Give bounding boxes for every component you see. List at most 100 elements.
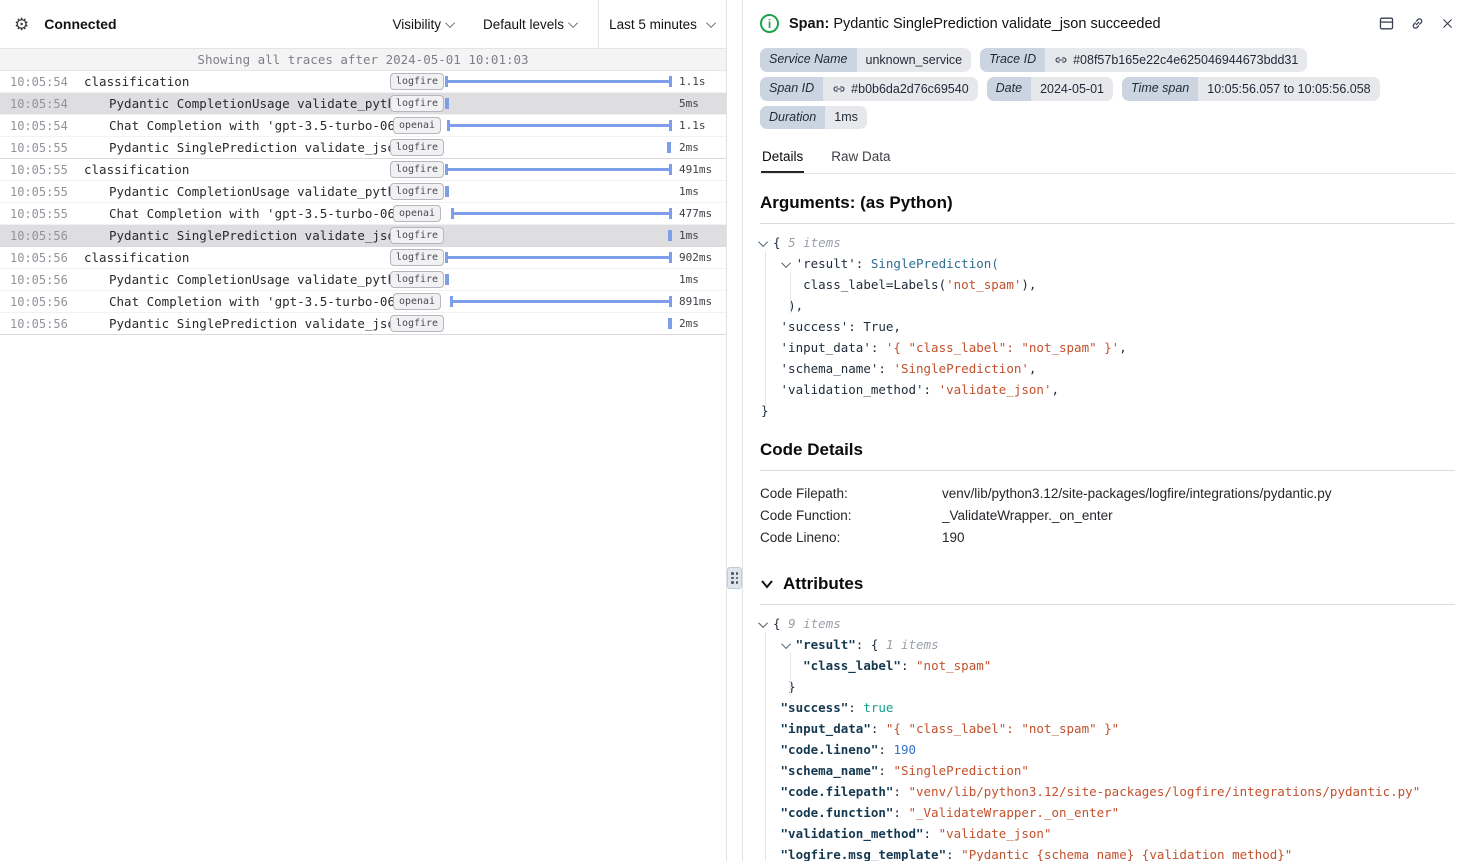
- code-token: :: [893, 805, 908, 820]
- code-line: "success": true: [761, 697, 1455, 718]
- default-levels-dropdown[interactable]: Default levels: [483, 17, 578, 32]
- settings-gear-icon[interactable]: ⚙: [14, 16, 29, 33]
- trace-row[interactable]: 10:05:56 classification logfire 902ms: [0, 247, 726, 269]
- badge-label: Duration: [760, 106, 825, 129]
- tab-raw-data[interactable]: Raw Data: [830, 144, 891, 173]
- info-level-icon: i: [760, 14, 779, 33]
- code-token: "class_label": [803, 658, 901, 673]
- trace-row-timeline: [445, 93, 672, 114]
- trace-row-timeline: [445, 247, 672, 268]
- code-line: ),: [761, 295, 1455, 316]
- close-icon[interactable]: [1440, 16, 1455, 31]
- divider: [760, 223, 1455, 224]
- trace-row[interactable]: 10:05:54 Chat Completion with 'gpt-3.5-t…: [0, 115, 726, 137]
- tag-chip: logfire: [390, 227, 444, 244]
- trace-row[interactable]: 10:05:55 Chat Completion with 'gpt-3.5-t…: [0, 203, 726, 225]
- code-token: 1 items: [886, 637, 939, 652]
- app: ⚙ Connected Visibility Default levels La…: [0, 0, 1472, 861]
- code-token: :: [878, 361, 893, 376]
- link-icon[interactable]: [832, 82, 846, 96]
- code-line: 'validation_method': 'validate_json',: [761, 379, 1455, 400]
- span-badge: Service Name unknown_service: [760, 48, 971, 72]
- trace-row-main: Chat Completion with 'gpt-3.5-turbo-0613…: [68, 117, 395, 135]
- tag-chip: logfire: [390, 161, 444, 178]
- trace-row[interactable]: 10:05:56 Pydantic CompletionUsage valida…: [0, 269, 726, 291]
- trace-row-timestamp: 10:05:56: [0, 229, 68, 243]
- trace-row[interactable]: 10:05:54 Pydantic CompletionUsage valida…: [0, 93, 726, 115]
- trace-row-main: classification: [68, 74, 395, 89]
- span-duration-bar: [445, 168, 672, 171]
- code-token: ,: [1029, 361, 1037, 376]
- code-detail-value: venv/lib/python3.12/site-packages/logfir…: [942, 483, 1455, 505]
- trace-row-tag: logfire: [395, 139, 439, 156]
- code-token: :: [856, 637, 871, 652]
- trace-row[interactable]: 10:05:56 Pydantic SinglePrediction valid…: [0, 313, 726, 335]
- copy-link-icon[interactable]: [1409, 15, 1426, 32]
- trace-row-duration: 902ms: [672, 251, 726, 264]
- trace-row[interactable]: 10:05:55 classification logfire 491ms: [0, 159, 726, 181]
- trace-row-timeline: [445, 181, 672, 202]
- tag-chip: logfire: [390, 73, 444, 90]
- splitter-drag-handle-icon[interactable]: [727, 567, 742, 589]
- code-token: {: [773, 616, 788, 631]
- span-duration-bar: [451, 212, 672, 215]
- badge-value: 10:05:56.057 to 10:05:56.058: [1198, 77, 1379, 101]
- tab-details[interactable]: Details: [761, 144, 804, 173]
- attributes-section-header[interactable]: Attributes: [760, 574, 1455, 594]
- code-token: true: [863, 700, 893, 715]
- trace-row-main: classification: [68, 162, 395, 177]
- trace-row-icon-slot: [97, 205, 101, 223]
- trace-row[interactable]: 10:05:55 Pydantic CompletionUsage valida…: [0, 181, 726, 203]
- code-detail-label: Code Filepath:: [760, 483, 942, 505]
- trace-row-tag: logfire: [395, 73, 439, 90]
- trace-row-timeline: [445, 115, 672, 136]
- tag-chip: openai: [393, 205, 441, 222]
- span-kind-label: Span:: [789, 16, 829, 32]
- span-duration-bar: [445, 186, 449, 197]
- panel-splitter[interactable]: [727, 0, 743, 861]
- trace-row-timestamp: 10:05:56: [0, 251, 68, 265]
- span-badge: Trace ID #08f57b165e22c4e625046944673bdd…: [980, 48, 1307, 72]
- code-details-table: Code Filepath: venv/lib/python3.12/site-…: [760, 483, 1455, 549]
- time-range-dropdown[interactable]: Last 5 minutes: [598, 0, 726, 48]
- dock-panel-icon[interactable]: [1378, 15, 1395, 32]
- link-icon[interactable]: [1054, 53, 1068, 67]
- traces-info-text: Showing all traces after 2024-05-01 10:0…: [197, 52, 528, 67]
- badge-value-text: 2024-05-01: [1040, 83, 1104, 96]
- trace-row-timeline: [445, 269, 672, 290]
- span-duration-bar: [445, 80, 672, 83]
- trace-row[interactable]: 10:05:54 classification logfire 1.1s: [0, 71, 726, 93]
- trace-row-duration: 491ms: [672, 163, 726, 176]
- code-token: :: [946, 847, 961, 861]
- indent-guide: [765, 251, 766, 410]
- code-token: :: [878, 742, 893, 757]
- code-token: "{ "class_label": "not_spam" }": [886, 721, 1119, 736]
- trace-row-tag: logfire: [395, 183, 439, 200]
- code-token: :: [848, 700, 863, 715]
- tag-chip: openai: [393, 117, 441, 134]
- code-line: 'result': SinglePrediction(: [761, 253, 1455, 274]
- trace-row-name: Pydantic SinglePrediction validate_json: [109, 316, 395, 331]
- trace-row-main: classification: [68, 250, 395, 265]
- code-token: 'validate_json': [939, 382, 1052, 397]
- code-token: "code.lineno": [781, 742, 879, 757]
- trace-row[interactable]: 10:05:55 Pydantic SinglePrediction valid…: [0, 137, 726, 159]
- trace-row[interactable]: 10:05:56 Pydantic SinglePrediction valid…: [0, 225, 726, 247]
- visibility-dropdown[interactable]: Visibility: [392, 17, 455, 32]
- trace-row-icon-slot: [97, 271, 101, 289]
- collapse-chevron-icon[interactable]: [758, 618, 768, 628]
- code-detail-value: _ValidateWrapper._on_enter: [942, 505, 1455, 527]
- code-indent: [761, 298, 776, 313]
- code-detail-label: Code Function:: [760, 505, 942, 527]
- code-token: 'not_spam': [946, 277, 1021, 292]
- code-token: "SinglePrediction": [893, 763, 1028, 778]
- code-token: :: [878, 763, 893, 778]
- trace-row[interactable]: 10:05:56 Chat Completion with 'gpt-3.5-t…: [0, 291, 726, 313]
- span-header-actions: [1378, 15, 1455, 32]
- chevron-down-icon: [568, 18, 578, 28]
- span-duration-bar: [445, 274, 449, 285]
- section-chevron-icon[interactable]: [760, 577, 774, 591]
- trace-row-duration: 1.1s: [672, 119, 726, 132]
- collapse-chevron-icon[interactable]: [758, 237, 768, 247]
- code-token: :: [848, 319, 863, 334]
